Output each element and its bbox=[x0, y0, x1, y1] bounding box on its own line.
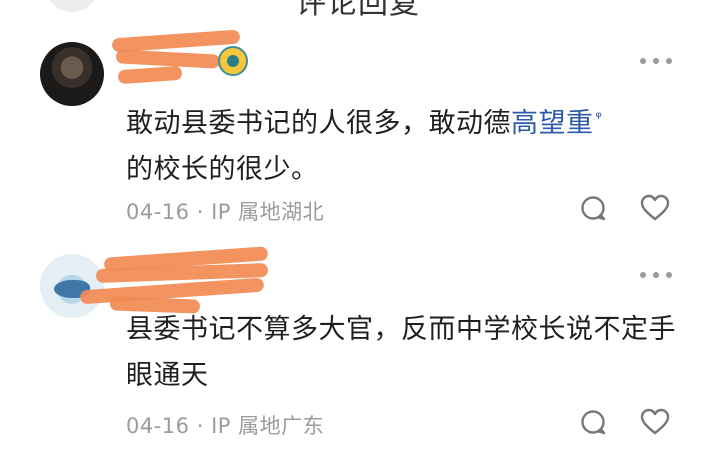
comment-bubble-icon[interactable] bbox=[580, 409, 606, 435]
more-horizontal-icon[interactable] bbox=[638, 56, 674, 66]
avatar[interactable] bbox=[40, 42, 104, 106]
more-horizontal-icon[interactable] bbox=[638, 270, 674, 280]
page-title: 评论回复 bbox=[296, 0, 420, 21]
comment-text: 敢动县委书记的人很多，敢动德高望重 ᵠ 的校长的很少。 bbox=[126, 108, 603, 185]
comment-date: 04-16 bbox=[126, 414, 190, 438]
plain-char: 德 bbox=[483, 108, 511, 139]
comment-bubble-icon[interactable] bbox=[580, 195, 606, 221]
comment-date: 04-16 bbox=[126, 200, 190, 224]
avatar[interactable] bbox=[40, 254, 104, 318]
heart-icon[interactable] bbox=[640, 408, 670, 436]
search-link[interactable]: 高望重 bbox=[511, 108, 594, 139]
meta-separator: · bbox=[196, 200, 204, 224]
comment-meta: 04-16 · IP 属地广东 bbox=[126, 410, 324, 440]
user-badge-icon bbox=[218, 46, 248, 76]
heart-icon[interactable] bbox=[640, 194, 670, 222]
partial-avatar bbox=[46, 0, 98, 12]
comment-text: 县委书记不算多大官，反而中学校长说不定手眼通天 bbox=[126, 314, 676, 391]
comment-location: IP 属地广东 bbox=[211, 414, 325, 438]
comment-location: IP 属地湖北 bbox=[211, 200, 325, 224]
comment-meta: 04-16 · IP 属地湖北 bbox=[126, 196, 324, 226]
search-icon[interactable]: ᵠ bbox=[596, 108, 603, 126]
meta-separator: · bbox=[196, 414, 204, 438]
